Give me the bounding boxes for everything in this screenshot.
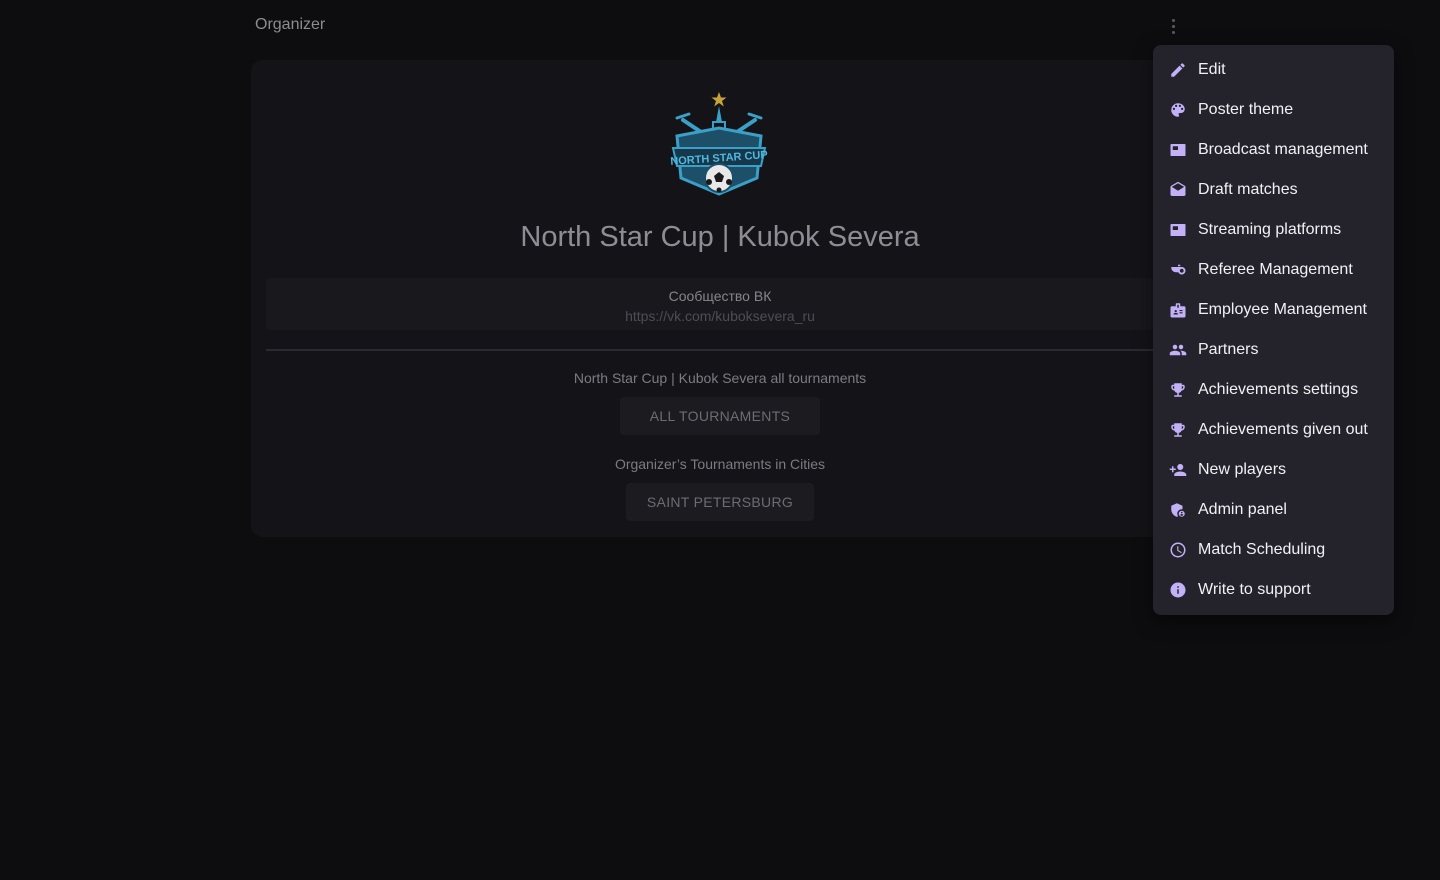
all-tournaments-label: North Star Cup | Kubok Severa all tourna… <box>573 370 867 386</box>
trophy-icon <box>1168 420 1188 440</box>
menu-item-label: Achievements given out <box>1198 421 1368 438</box>
broadcast-icon <box>1168 140 1188 160</box>
menu-item-label: Poster theme <box>1198 101 1294 118</box>
menu-item-poster-theme[interactable]: Poster theme <box>1153 90 1394 130</box>
more-options-button[interactable] <box>1162 12 1184 40</box>
menu-item-write-to-support[interactable]: Write to support <box>1153 570 1394 610</box>
menu-item-new-players[interactable]: New players <box>1153 450 1394 490</box>
menu-item-label: Broadcast management <box>1198 141 1368 158</box>
menu-item-partners[interactable]: Partners <box>1153 330 1394 370</box>
cities-label: Organizer’s Tournaments in Cities <box>614 456 826 472</box>
menu-item-label: Streaming platforms <box>1198 221 1342 238</box>
menu-item-broadcast-management[interactable]: Broadcast management <box>1153 130 1394 170</box>
menu-item-label: Partners <box>1198 341 1259 358</box>
admin-shield-icon <box>1168 500 1188 520</box>
kebab-dot <box>1171 24 1175 28</box>
community-link[interactable]: https://vk.com/kuboksevera_ru <box>625 306 815 326</box>
page-title: Organizer <box>255 16 326 33</box>
community-block: Сообщество ВК https://vk.com/kuboksevera… <box>266 278 1174 330</box>
people-icon <box>1168 340 1188 360</box>
page: Organizer NORTH STAR CUP North Star Cup … <box>0 0 1440 880</box>
trophy-icon <box>1168 380 1188 400</box>
organizer-logo: NORTH STAR CUP <box>670 92 768 196</box>
menu-item-label: Edit <box>1198 61 1226 78</box>
city-button-saint-petersburg[interactable]: SAINT PETERSBURG <box>626 483 814 521</box>
menu-item-label: Admin panel <box>1198 501 1287 518</box>
info-icon <box>1168 580 1188 600</box>
organizer-card: NORTH STAR CUP North Star Cup | Kubok Se… <box>251 60 1191 537</box>
menu-item-draft-matches[interactable]: Draft matches <box>1153 170 1394 210</box>
menu-item-admin-panel[interactable]: Admin panel <box>1153 490 1394 530</box>
menu-item-label: Achievements settings <box>1198 381 1359 398</box>
menu-item-label: Draft matches <box>1198 181 1298 198</box>
menu-item-match-scheduling[interactable]: Match Scheduling <box>1153 530 1394 570</box>
menu-item-achievements-settings[interactable]: Achievements settings <box>1153 370 1394 410</box>
menu-item-edit[interactable]: Edit <box>1153 50 1394 90</box>
menu-item-referee-management[interactable]: Referee Management <box>1153 250 1394 290</box>
menu-item-label: Write to support <box>1198 581 1311 598</box>
kebab-dot <box>1171 30 1175 34</box>
drafts-icon <box>1168 180 1188 200</box>
organizer-name: North Star Cup | Kubok Severa <box>520 221 920 253</box>
pencil-icon <box>1168 60 1188 80</box>
badge-icon <box>1168 300 1188 320</box>
streaming-icon <box>1168 220 1188 240</box>
clock-icon <box>1168 540 1188 560</box>
divider <box>266 349 1174 351</box>
community-label: Сообщество ВК <box>668 288 772 304</box>
menu-item-achievements-given-out[interactable]: Achievements given out <box>1153 410 1394 450</box>
all-tournaments-button[interactable]: ALL TOURNAMENTS <box>620 397 820 435</box>
menu-item-label: Referee Management <box>1198 261 1353 278</box>
kebab-dot <box>1171 18 1175 22</box>
menu-item-label: Employee Management <box>1198 301 1367 318</box>
palette-icon <box>1168 100 1188 120</box>
person-add-icon <box>1168 460 1188 480</box>
menu-item-label: New players <box>1198 461 1287 478</box>
whistle-icon <box>1168 260 1188 280</box>
menu-item-employee-management[interactable]: Employee Management <box>1153 290 1394 330</box>
menu-item-streaming-platforms[interactable]: Streaming platforms <box>1153 210 1394 250</box>
options-menu: Edit Poster theme Broadcast management D… <box>1153 45 1394 615</box>
menu-item-label: Match Scheduling <box>1198 541 1326 558</box>
